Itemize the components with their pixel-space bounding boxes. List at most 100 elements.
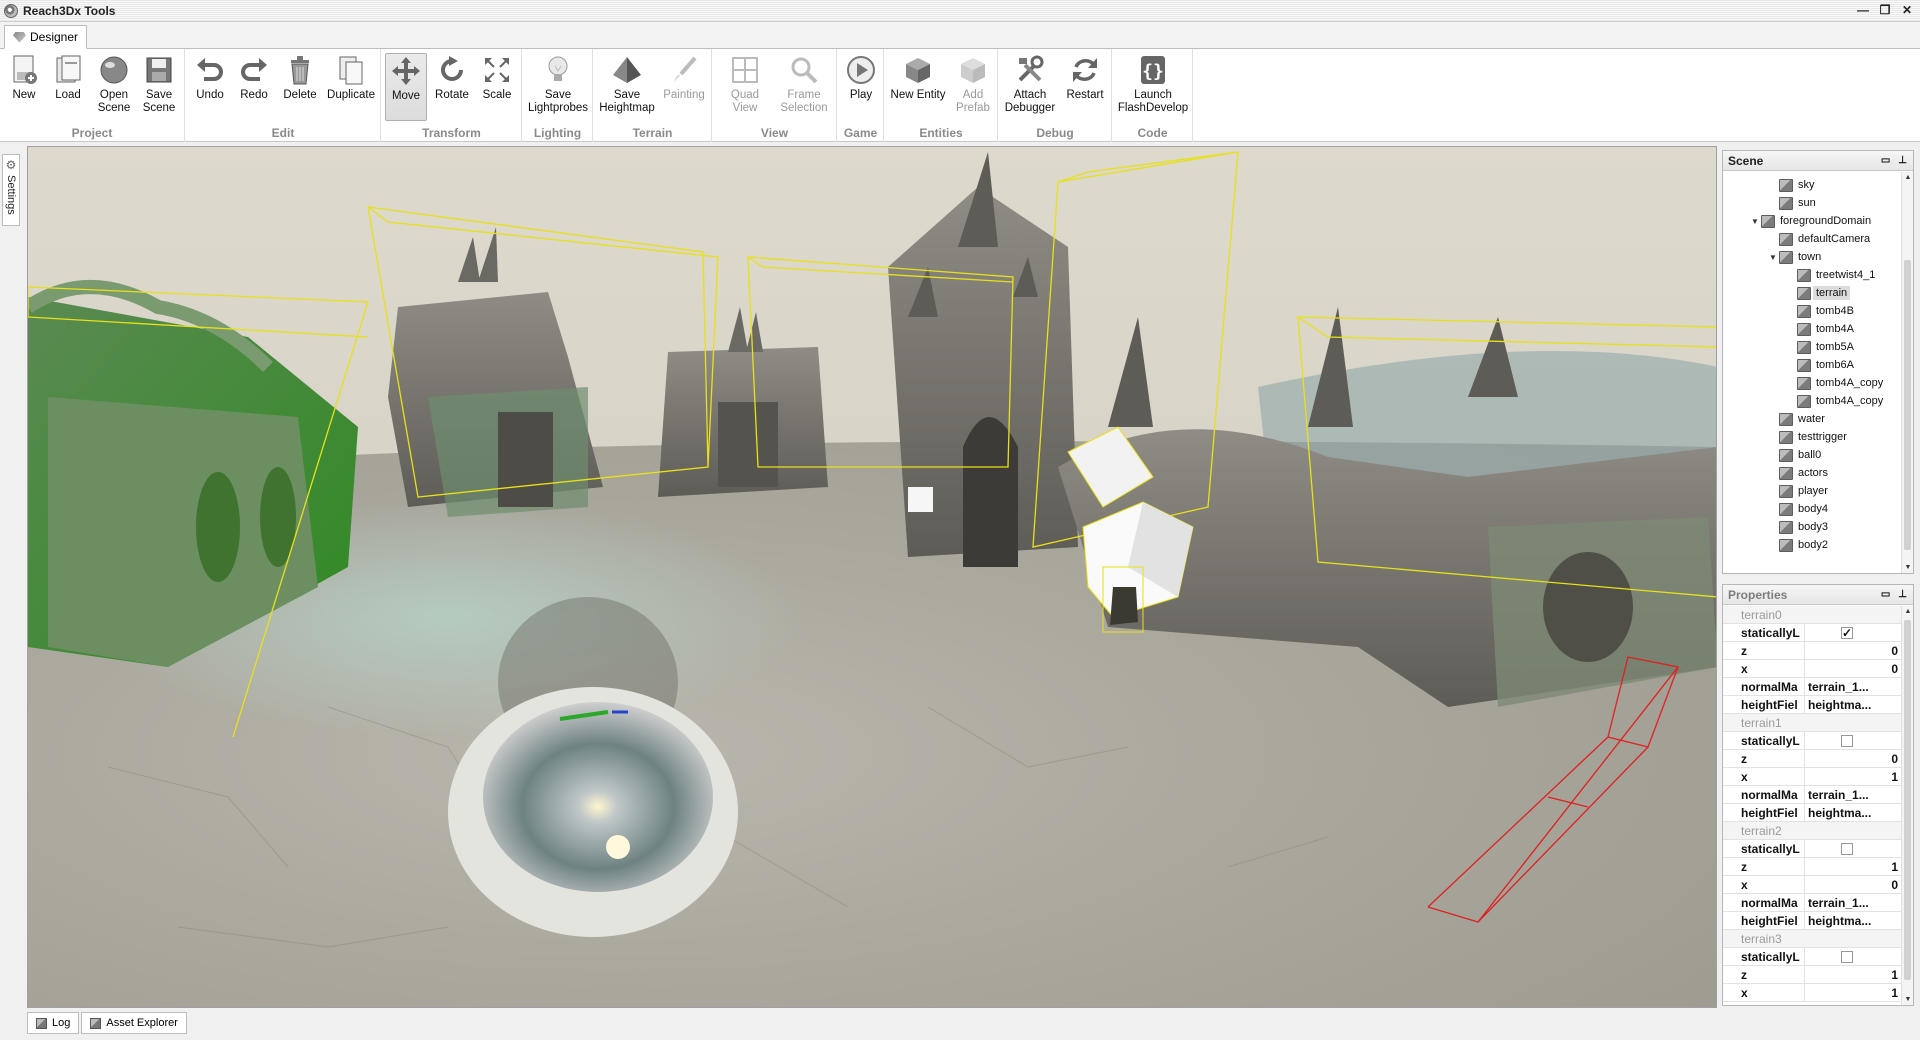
restore-button[interactable]: ❐ (1878, 3, 1892, 17)
scene-tree-item[interactable]: treetwist4_1 (1787, 266, 1875, 284)
settings-tab[interactable]: ⚙ Settings (2, 154, 20, 226)
collapse-arrow-icon[interactable]: ▼ (1769, 253, 1779, 262)
scene-tree-item-label: tomb4A_copy (1816, 377, 1884, 389)
property-value[interactable]: terrain_1... (1805, 678, 1901, 695)
entity-cube-icon (1797, 394, 1811, 408)
property-value[interactable]: heightma... (1805, 804, 1901, 821)
property-value[interactable]: terrain_1... (1805, 786, 1901, 803)
redo-button[interactable]: Redo (234, 53, 274, 121)
scroll-down-icon[interactable]: ▼ (1902, 996, 1914, 1003)
property-value[interactable]: heightma... (1805, 912, 1901, 929)
tab-log[interactable]: Log (27, 1012, 80, 1034)
property-value[interactable]: heightma... (1805, 696, 1901, 713)
rotate-button[interactable]: Rotate (430, 53, 474, 121)
scene-tree-item[interactable]: ▼ town (1769, 248, 1821, 266)
property-key: z (1723, 858, 1805, 875)
move-button[interactable]: Move (385, 53, 427, 121)
scale-button[interactable]: Scale (476, 53, 518, 121)
add-prefab-button[interactable]: Add Prefab (951, 53, 995, 121)
play-button[interactable]: Play (841, 53, 881, 121)
restart-button[interactable]: Restart (1061, 53, 1109, 121)
entity-cube-icon (1779, 430, 1793, 444)
tab-designer[interactable]: Designer (4, 25, 88, 49)
scene-tree-item[interactable]: sky (1769, 176, 1815, 194)
scene-viewport[interactable] (27, 146, 1717, 1008)
scene-tree-item[interactable]: ▼ foregroundDomain (1751, 212, 1871, 230)
new-entity-button[interactable]: New Entity (889, 53, 947, 121)
property-category[interactable]: terrain2 (1723, 822, 1901, 840)
scroll-up-icon[interactable]: ▲ (1902, 608, 1914, 615)
property-value[interactable]: 0 (1805, 660, 1901, 677)
property-value[interactable]: 1 (1805, 858, 1901, 875)
property-checkbox[interactable] (1841, 950, 1853, 963)
painting-button[interactable]: Painting (660, 53, 708, 121)
property-value[interactable]: 1 (1805, 768, 1901, 785)
scene-scrollbar-thumb[interactable] (1904, 260, 1911, 550)
pin-icon[interactable]: ⊥ (1898, 589, 1907, 600)
entity-cube-icon (1797, 304, 1811, 318)
property-checkbox[interactable]: ✓ (1841, 626, 1853, 639)
scene-tree-item[interactable]: tomb5A (1787, 338, 1854, 356)
save-lightprobes-button[interactable]: Save Lightprobes (527, 53, 589, 121)
open-scene-button[interactable]: Open Scene (92, 53, 136, 121)
window-icon[interactable]: ▭ (1881, 589, 1890, 600)
scene-tree-item[interactable]: body4 (1769, 500, 1828, 518)
property-key: staticallyL (1723, 840, 1805, 857)
scroll-up-icon[interactable]: ▲ (1902, 174, 1914, 181)
window-icon[interactable]: ▭ (1881, 155, 1890, 166)
property-value[interactable]: 1 (1805, 966, 1901, 983)
property-checkbox[interactable] (1841, 734, 1853, 747)
scene-tree-item[interactable]: sun (1769, 194, 1816, 212)
property-value[interactable]: terrain_1... (1805, 894, 1901, 911)
save-heightmap-button[interactable]: Save Heightmap (598, 53, 656, 121)
scene-tree-item[interactable]: testtrigger (1769, 428, 1847, 446)
property-value[interactable]: 0 (1805, 642, 1901, 659)
scroll-down-icon[interactable]: ▼ (1902, 564, 1914, 571)
property-row: z0 (1723, 750, 1901, 768)
undo-button[interactable]: Undo (190, 53, 230, 121)
scene-tree-item[interactable]: defaultCamera (1769, 230, 1870, 248)
scene-tree-item[interactable]: tomb4A_copy (1787, 392, 1883, 410)
property-row: normalMa terrain_1... (1723, 894, 1901, 912)
scene-tree-item[interactable]: ball0 (1769, 446, 1821, 464)
attach-debugger-button[interactable]: Attach Debugger (1003, 53, 1057, 121)
collapse-arrow-icon[interactable]: ▼ (1751, 217, 1761, 226)
property-key: heightFiel (1723, 696, 1805, 713)
scene-tree-item[interactable]: body2 (1769, 536, 1828, 554)
property-category[interactable]: terrain3 (1723, 930, 1901, 948)
scene-tree-item[interactable]: terrain (1787, 284, 1851, 302)
frame-selection-button[interactable]: Frame Selection (775, 53, 833, 121)
scene-tree-item[interactable]: water (1769, 410, 1825, 428)
properties-scrollbar[interactable]: ▲ ▼ (1901, 606, 1913, 1005)
property-value[interactable]: 1 (1805, 984, 1901, 1001)
load-button[interactable]: Load (48, 53, 88, 121)
property-value[interactable]: 0 (1805, 876, 1901, 893)
close-button[interactable]: ✕ (1900, 3, 1914, 17)
property-checkbox[interactable] (1841, 842, 1853, 855)
group-label-view: View (760, 126, 789, 140)
property-category[interactable]: terrain1 (1723, 714, 1901, 732)
scene-scrollbar[interactable]: ▲ ▼ (1901, 172, 1913, 573)
duplicate-button[interactable]: Duplicate (324, 53, 378, 121)
launch-flashdevelop-button[interactable]: {} Launch FlashDevelop (1117, 53, 1189, 121)
property-key: normalMa (1723, 678, 1805, 695)
property-category[interactable]: terrain0 (1723, 606, 1901, 624)
delete-button[interactable]: Delete (278, 53, 322, 121)
property-row: staticallyL ✓ (1723, 624, 1901, 642)
scene-tree-item[interactable]: tomb4A_copy (1787, 374, 1883, 392)
scene-tree-item[interactable]: player (1769, 482, 1828, 500)
property-value[interactable]: 0 (1805, 750, 1901, 767)
scene-tree-item[interactable]: tomb6A (1787, 356, 1854, 374)
tab-asset-explorer[interactable]: Asset Explorer (81, 1012, 187, 1034)
scene-tree-item[interactable]: tomb4A (1787, 320, 1854, 338)
properties-scrollbar-thumb[interactable] (1904, 620, 1911, 980)
quad-view-button[interactable]: Quad View (717, 53, 773, 121)
pin-icon[interactable]: ⊥ (1898, 155, 1907, 166)
scene-tree-item[interactable]: actors (1769, 464, 1828, 482)
new-button[interactable]: New (4, 53, 44, 121)
scene-tree-item[interactable]: body3 (1769, 518, 1828, 536)
scene-tree-item[interactable]: tomb4B (1787, 302, 1854, 320)
property-key: x (1723, 876, 1805, 893)
minimize-button[interactable]: — (1856, 3, 1870, 17)
save-scene-button[interactable]: Save Scene (138, 53, 180, 121)
